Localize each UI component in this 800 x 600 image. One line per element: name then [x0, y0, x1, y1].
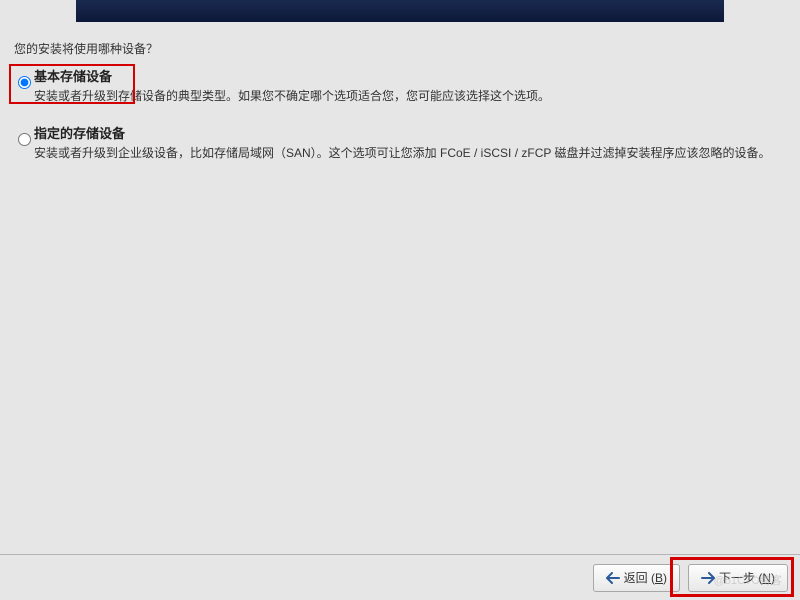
option-desc: 安装或者升级到存储设备的典型类型。如果您不确定哪个选项适合您，您可能应该选择这个… — [34, 87, 774, 105]
arrow-left-icon — [606, 572, 620, 584]
option-title: 指定的存储设备 — [34, 123, 774, 142]
back-label: 返回 (B) — [624, 569, 667, 586]
back-button[interactable]: 返回 (B) — [593, 564, 680, 592]
option-basic-storage[interactable]: 基本存储设备 安装或者升级到存储设备的典型类型。如果您不确定哪个选项适合您，您可… — [14, 66, 774, 105]
page-question: 您的安装将使用哪种设备？ — [14, 40, 158, 57]
footer-bar: 返回 (B) 下一步 (N) — [0, 554, 800, 600]
next-label: 下一步 (N) — [719, 569, 775, 586]
option-title: 基本存储设备 — [34, 66, 774, 85]
radio-specialized-storage[interactable] — [18, 133, 31, 146]
option-desc: 安装或者升级到企业级设备，比如存储局域网（SAN）。这个选项可让您添加 FCoE… — [34, 144, 774, 162]
storage-options: 基本存储设备 安装或者升级到存储设备的典型类型。如果您不确定哪个选项适合您，您可… — [14, 66, 774, 180]
arrow-right-icon — [701, 572, 715, 584]
option-specialized-storage[interactable]: 指定的存储设备 安装或者升级到企业级设备，比如存储局域网（SAN）。这个选项可让… — [14, 123, 774, 162]
radio-basic-storage[interactable] — [18, 76, 31, 89]
header-banner — [76, 0, 724, 22]
next-button[interactable]: 下一步 (N) — [688, 564, 788, 592]
